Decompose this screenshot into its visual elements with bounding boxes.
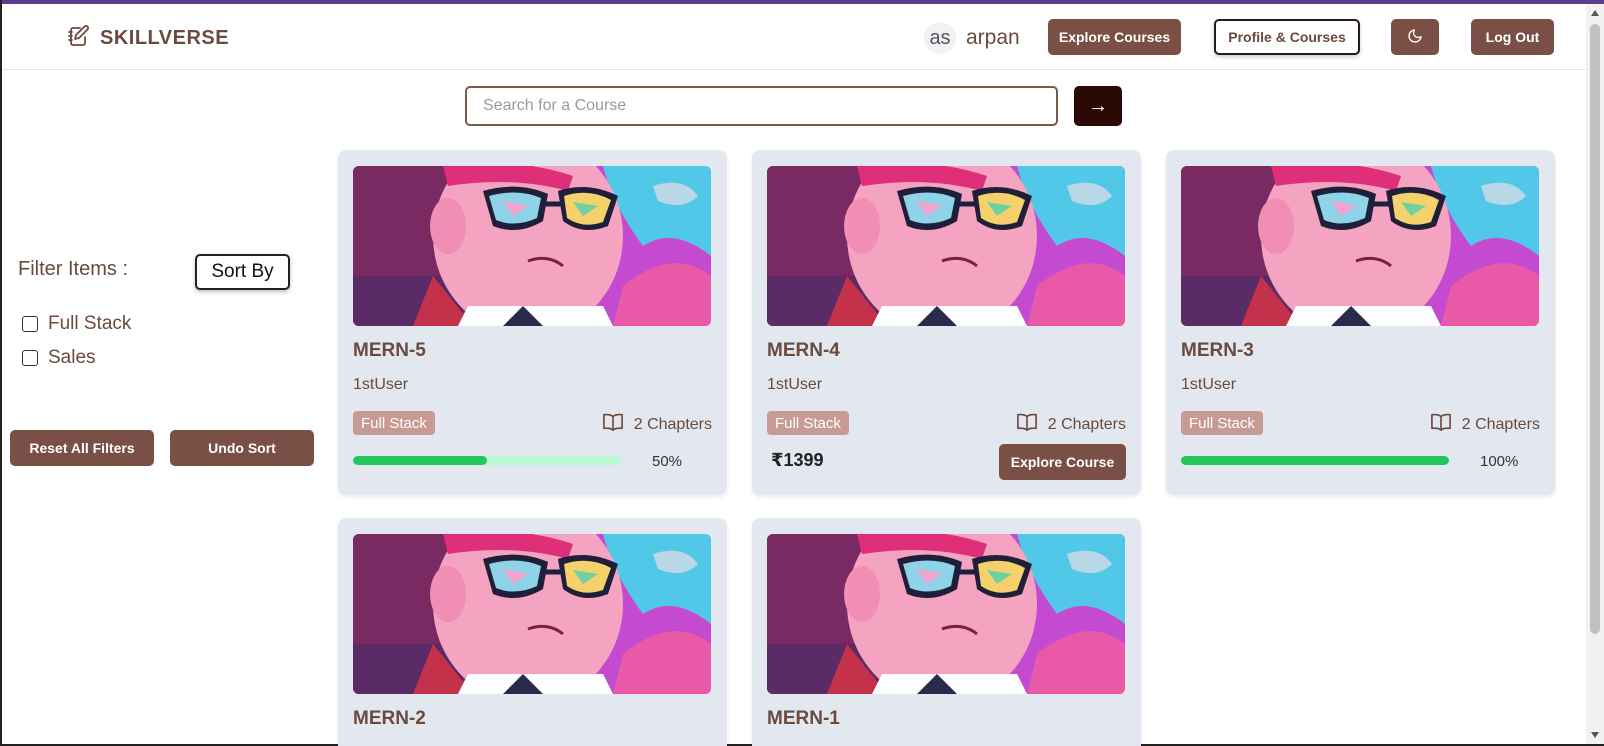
course-tag: Full Stack xyxy=(767,411,849,435)
avatar: as xyxy=(924,22,956,54)
logout-button[interactable]: Log Out xyxy=(1471,19,1554,55)
chapter-count: 2 Chapters xyxy=(1016,412,1126,437)
scrollbar[interactable] xyxy=(1586,4,1604,744)
course-card[interactable]: MERN-4 1stUser Full Stack 2 Chapters ₹13… xyxy=(752,150,1141,495)
progress-fill xyxy=(1181,456,1449,465)
checkbox[interactable] xyxy=(22,316,38,332)
brand-name: SKILLVERSE xyxy=(100,27,230,49)
chapter-label: 2 Chapters xyxy=(1461,415,1540,433)
progress-bar xyxy=(353,456,621,465)
course-title: MERN-2 xyxy=(353,708,426,729)
chapter-count: 2 Chapters xyxy=(1430,412,1540,437)
profile-courses-button[interactable]: Profile & Courses xyxy=(1214,19,1360,55)
filter-label: Sales xyxy=(48,347,96,368)
explore-course-button[interactable]: Explore Course xyxy=(999,444,1126,480)
scrollbar-thumb[interactable] xyxy=(1590,24,1600,634)
course-tag: Full Stack xyxy=(1181,411,1263,435)
book-icon xyxy=(602,412,624,437)
course-card[interactable]: MERN-5 1stUser Full Stack 2 Chapters 50% xyxy=(338,150,727,495)
course-title: MERN-1 xyxy=(767,708,840,729)
explore-courses-button[interactable]: Explore Courses xyxy=(1048,19,1181,55)
search-input[interactable] xyxy=(465,86,1058,126)
course-author: 1stUser xyxy=(767,376,823,393)
scroll-up-icon[interactable] xyxy=(1591,10,1599,16)
checkbox[interactable] xyxy=(22,350,38,366)
moon-icon xyxy=(1407,28,1423,47)
scroll-down-icon[interactable] xyxy=(1591,732,1599,738)
course-tag: Full Stack xyxy=(353,411,435,435)
window-border xyxy=(0,0,2,746)
course-card[interactable]: MERN-2 xyxy=(338,518,727,746)
progress-percent: 50% xyxy=(652,453,683,470)
course-thumbnail xyxy=(767,534,1125,694)
arrow-right-icon: → xyxy=(1088,94,1108,117)
progress-fill xyxy=(353,456,487,465)
course-author: 1stUser xyxy=(1181,376,1237,393)
course-price: ₹1399 xyxy=(771,450,824,470)
brand-logo[interactable]: SKILLVERSE xyxy=(66,24,229,53)
progress-percent: 100% xyxy=(1480,453,1519,470)
theme-toggle-button[interactable] xyxy=(1391,19,1439,55)
book-icon xyxy=(1016,412,1038,437)
course-thumbnail xyxy=(1181,166,1539,326)
chapter-label: 2 Chapters xyxy=(1047,415,1126,433)
course-card[interactable]: MERN-1 xyxy=(752,518,1141,746)
undo-sort-button[interactable]: Undo Sort xyxy=(170,430,314,466)
course-title: MERN-5 xyxy=(353,340,426,361)
reset-filters-button[interactable]: Reset All Filters xyxy=(10,430,154,466)
navbar: SKILLVERSE as arpan Explore Courses Prof… xyxy=(2,4,1586,70)
sort-by-button[interactable]: Sort By xyxy=(195,254,290,290)
course-thumbnail xyxy=(767,166,1125,326)
course-thumbnail xyxy=(353,166,711,326)
course-title: MERN-3 xyxy=(1181,340,1254,361)
filter-sales[interactable]: Sales xyxy=(22,347,96,369)
filter-label: Full Stack xyxy=(48,313,132,334)
progress-bar xyxy=(1181,456,1449,465)
course-thumbnail xyxy=(353,534,711,694)
notebook-icon xyxy=(66,24,90,53)
search-submit-button[interactable]: → xyxy=(1074,86,1122,126)
course-title: MERN-4 xyxy=(767,340,840,361)
book-icon xyxy=(1430,412,1452,437)
course-author: 1stUser xyxy=(353,376,409,393)
username: arpan xyxy=(966,26,1020,49)
filter-full-stack[interactable]: Full Stack xyxy=(22,313,131,335)
filter-title: Filter Items : xyxy=(18,258,129,280)
user-profile[interactable]: as arpan xyxy=(924,22,1020,54)
course-card[interactable]: MERN-3 1stUser Full Stack 2 Chapters 100… xyxy=(1166,150,1555,495)
chapter-count: 2 Chapters xyxy=(602,412,712,437)
chapter-label: 2 Chapters xyxy=(633,415,712,433)
